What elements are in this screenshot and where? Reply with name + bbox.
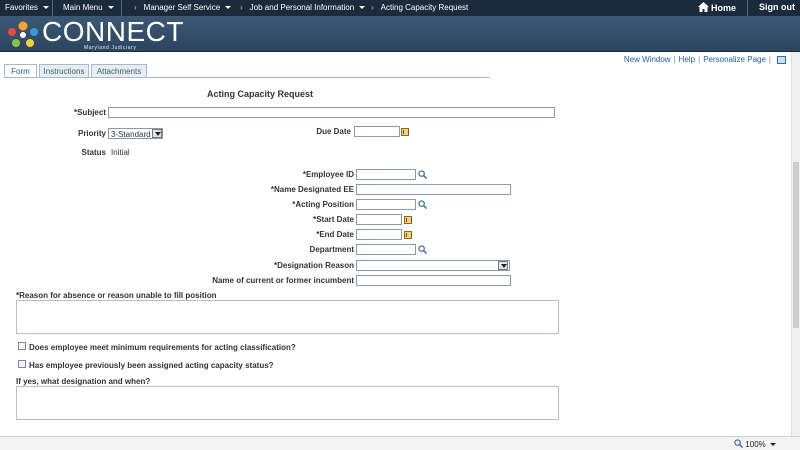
page-title: Acting Capacity Request [207, 89, 314, 99]
brand-banner: CONNECT Maryland Judiciary [0, 16, 800, 52]
chevron-down-icon [107, 6, 114, 10]
vertical-scrollbar[interactable] [791, 52, 800, 436]
zoom-level: 100% [745, 440, 766, 449]
calendar-icon[interactable] [401, 128, 409, 136]
start-date-label: *Start Date [313, 215, 354, 224]
due-date-input[interactable] [354, 126, 400, 137]
help-link[interactable]: Help [679, 55, 695, 64]
browser-status-bar: 100% [0, 436, 800, 450]
min-requirements-label: Does employee meet minimum requirements … [29, 343, 296, 352]
designation-reason-select[interactable] [356, 260, 510, 271]
scrollbar-thumb[interactable] [793, 162, 799, 328]
priority-label: Priority [77, 129, 106, 138]
chevron-down-icon [770, 443, 776, 447]
breadcrumb-label: Job and Personal Information [249, 3, 355, 12]
divider: | [698, 55, 701, 64]
logo-text: CONNECT [42, 16, 184, 47]
employee-id-input[interactable] [356, 169, 416, 180]
page-links: New Window | Help | Personalize Page | [624, 55, 786, 64]
chevron-down-icon [42, 6, 49, 10]
divider [121, 0, 122, 16]
connect-logo-icon [8, 21, 38, 47]
end-date-label: *End Date [316, 230, 354, 239]
acting-position-label: *Acting Position [292, 200, 354, 209]
breadcrumb-acting-capacity: › Acting Capacity Request [361, 3, 468, 12]
end-date-input[interactable] [356, 229, 402, 240]
breadcrumb-manager-self-service[interactable]: › Manager Self Service [124, 3, 232, 12]
chevron-right-icon: › [240, 3, 243, 12]
breadcrumb-job-personal-info[interactable]: › Job and Personal Information [230, 3, 366, 12]
favorites-label: Favorites [5, 3, 38, 12]
main-menu-label: Main Menu [63, 3, 103, 12]
start-date-input[interactable] [356, 214, 402, 225]
chevron-down-icon [152, 129, 162, 138]
chevron-right-icon: › [371, 3, 374, 12]
designation-when-label: If yes, what designation and when? [16, 377, 151, 386]
zoom-icon [734, 439, 744, 449]
customize-grid-icon[interactable] [777, 55, 786, 64]
tab-underline [4, 77, 490, 78]
department-input[interactable] [356, 244, 416, 255]
zoom-control[interactable]: 100% [734, 439, 776, 449]
status-value: Initial [111, 148, 130, 157]
search-icon[interactable] [418, 200, 427, 209]
sign-out-link[interactable]: Sign out [759, 2, 795, 12]
due-date-label: Due Date [316, 127, 351, 136]
reason-absence-label: *Reason for absence or reason unable to … [16, 291, 217, 300]
home-link[interactable]: Home [698, 2, 736, 13]
chevron-down-icon [498, 261, 508, 270]
subject-label: *Subject [73, 108, 106, 117]
designation-when-textarea[interactable] [16, 386, 559, 420]
acting-position-input[interactable] [356, 199, 416, 210]
min-requirements-checkbox[interactable] [18, 342, 26, 350]
new-window-link[interactable]: New Window [624, 55, 671, 64]
previously-assigned-label: Has employee previously been assigned ac… [29, 361, 274, 370]
divider: | [673, 55, 676, 64]
chevron-right-icon: › [134, 3, 137, 12]
employee-id-label: *Employee ID [302, 170, 354, 179]
name-designated-label: *Name Designated EE [270, 185, 354, 194]
divider [747, 0, 748, 16]
home-icon [698, 2, 709, 12]
home-label: Home [711, 3, 737, 13]
reason-absence-textarea[interactable] [16, 300, 559, 334]
top-navigation-bar: Favorites Main Menu › Manager Self Servic… [0, 0, 800, 16]
favorites-menu[interactable]: Favorites [5, 3, 49, 12]
breadcrumb-label: Manager Self Service [143, 3, 221, 12]
calendar-icon[interactable] [404, 231, 412, 239]
search-icon[interactable] [418, 170, 427, 179]
tab-attachments[interactable]: Attachments [91, 64, 147, 78]
tab-instructions[interactable]: Instructions [39, 64, 89, 78]
department-label: Department [309, 245, 354, 254]
priority-value: 3-Standard [111, 130, 151, 139]
status-label: Status [81, 148, 106, 157]
logo-subtitle: Maryland Judiciary [84, 45, 137, 51]
previously-assigned-checkbox[interactable] [18, 360, 26, 368]
tab-form[interactable]: Form [4, 64, 37, 78]
divider [52, 0, 53, 16]
priority-select[interactable]: 3-Standard [108, 128, 163, 139]
breadcrumb-label: Acting Capacity Request [380, 3, 469, 12]
incumbent-input[interactable] [356, 275, 511, 286]
personalize-page-link[interactable]: Personalize Page [703, 55, 766, 64]
divider: | [768, 55, 771, 64]
subject-input[interactable] [108, 107, 555, 118]
main-menu[interactable]: Main Menu [63, 3, 114, 12]
designation-reason-label: *Designation Reason [273, 261, 354, 270]
search-icon[interactable] [418, 245, 427, 254]
name-designated-input[interactable] [356, 184, 511, 195]
incumbent-label: Name of current or former incumbent [212, 276, 354, 285]
calendar-icon[interactable] [404, 216, 412, 224]
